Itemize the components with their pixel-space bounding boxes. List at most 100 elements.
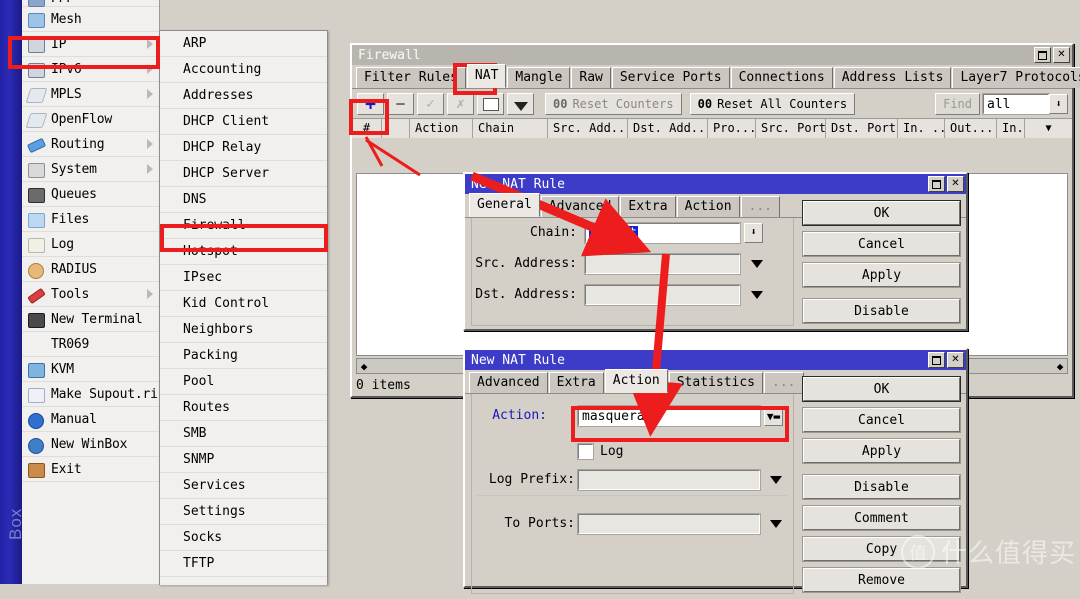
column-header[interactable]: Src. Port	[756, 119, 826, 138]
ip-menu-item-dhcp-relay[interactable]: DHCP Relay	[160, 135, 327, 161]
firewall-toolbar[interactable]: +–✓✗00Reset Counters00Reset All Counters…	[352, 89, 1072, 118]
menu-item-ip[interactable]: IP	[22, 32, 159, 57]
menu-item-exit[interactable]: Exit	[22, 457, 159, 482]
tab-raw[interactable]: Raw	[571, 67, 610, 88]
menu-item-mpls[interactable]: MPLS	[22, 82, 159, 107]
add-rule-button[interactable]: +	[357, 93, 384, 115]
to-ports-input[interactable]	[578, 514, 760, 534]
ip-menu-item-arp[interactable]: ARP	[160, 31, 327, 57]
nat1-fields[interactable]: Chain:srcnat⬇Src. Address:Dst. Address:	[471, 222, 801, 315]
tab-nat[interactable]: NAT	[467, 64, 506, 88]
tab-mangle[interactable]: Mangle	[507, 67, 570, 88]
nat1-disable-button[interactable]: Disable	[803, 299, 960, 323]
ip-submenu[interactable]: ARPAccountingAddressesDHCP ClientDHCP Re…	[159, 30, 328, 585]
scroll-right-icon[interactable]: ◆	[1053, 360, 1067, 373]
nat1-titlebar[interactable]: New NAT Rule ✕	[465, 174, 966, 194]
nat1-field-dropdown-button[interactable]: ⬇	[744, 223, 763, 243]
log-prefix-caret-icon[interactable]	[770, 476, 782, 484]
menu-item-radius[interactable]: RADIUS	[22, 257, 159, 282]
firewall-titlebar[interactable]: Firewall ✕	[352, 45, 1072, 65]
nat1-field-caret-icon[interactable]	[751, 260, 763, 268]
nat1-field-caret-icon[interactable]	[751, 291, 763, 299]
nat2-tab-extra[interactable]: Extra	[549, 372, 604, 393]
ip-menu-item-dns[interactable]: DNS	[160, 187, 327, 213]
tab-address-lists[interactable]: Address Lists	[834, 67, 952, 88]
nat2-maximize-button[interactable]	[928, 352, 945, 368]
comment-icon[interactable]	[477, 93, 504, 115]
menu-item-manual[interactable]: Manual	[22, 407, 159, 432]
find-button[interactable]: Find	[935, 93, 980, 115]
log-prefix-input[interactable]	[578, 470, 760, 490]
nat2-buttons[interactable]: OKCancelApplyDisableCommentCopyRemove	[803, 377, 960, 599]
new-nat-rule-action-dialog[interactable]: New NAT Rule ✕ AdvancedExtraActionStatis…	[463, 348, 968, 588]
ip-menu-item-tftp[interactable]: TFTP	[160, 551, 327, 577]
menu-item-make-supout-rif[interactable]: Make Supout.rif	[22, 382, 159, 407]
ip-menu-item-dhcp-server[interactable]: DHCP Server	[160, 161, 327, 187]
nat1-ok-button[interactable]: OK	[803, 201, 960, 225]
nat1-close-icon[interactable]: ✕	[947, 176, 964, 192]
log-checkbox[interactable]	[578, 444, 593, 459]
nat2-close-icon[interactable]: ✕	[947, 352, 964, 368]
menu-item-new-terminal[interactable]: New Terminal	[22, 307, 159, 332]
nat2-tab-more[interactable]: ...	[764, 372, 803, 393]
menu-item-log[interactable]: Log	[22, 232, 159, 257]
column-header[interactable]: In. ...	[898, 119, 945, 138]
firewall-tabs[interactable]: Filter RulesNATMangleRawService PortsCon…	[352, 65, 1072, 89]
nat1-field-input[interactable]	[585, 254, 740, 274]
column-header[interactable]: Action	[410, 119, 473, 138]
ip-menu-item-ipsec[interactable]: IPsec	[160, 265, 327, 291]
column-header[interactable]: Src. Add...	[548, 119, 628, 138]
column-header[interactable]: In.	[997, 119, 1025, 138]
column-header[interactable]: Dst. Port	[826, 119, 898, 138]
column-header[interactable]: Out....	[945, 119, 997, 138]
nat1-buttons[interactable]: OK Cancel Apply Disable	[803, 201, 960, 330]
column-header[interactable]: Pro...	[708, 119, 756, 138]
ip-menu-item-services[interactable]: Services	[160, 473, 327, 499]
enable-rule-button[interactable]: ✓	[417, 93, 444, 115]
close-icon[interactable]: ✕	[1053, 47, 1070, 63]
to-ports-caret-icon[interactable]	[770, 520, 782, 528]
action-input[interactable]: masquerade	[578, 406, 760, 426]
reset-all-counters-button[interactable]: 00Reset All Counters	[690, 93, 856, 115]
action-dropdown-button[interactable]: ▼▬	[764, 406, 783, 426]
menu-item-ppp[interactable]: PPP	[22, 0, 159, 7]
ip-menu-item-kid-control[interactable]: Kid Control	[160, 291, 327, 317]
menu-item-tools[interactable]: Tools	[22, 282, 159, 307]
nat1-maximize-button[interactable]	[928, 176, 945, 192]
nat2-remove-button[interactable]: Remove	[803, 568, 960, 592]
menu-item-kvm[interactable]: KVM	[22, 357, 159, 382]
nat1-tab--[interactable]: ...	[741, 196, 780, 217]
tab-connections[interactable]: Connections	[731, 67, 833, 88]
ip-menu-item-dhcp-client[interactable]: DHCP Client	[160, 109, 327, 135]
nat2-tab-action[interactable]: Action	[605, 369, 668, 393]
menu-item-files[interactable]: Files	[22, 207, 159, 232]
ip-menu-item-packing[interactable]: Packing	[160, 343, 327, 369]
nat1-tab-advanced[interactable]: Advanced	[541, 196, 620, 217]
column-header[interactable]: #	[352, 119, 382, 138]
scroll-left-icon[interactable]: ◆	[357, 360, 371, 373]
ip-menu-item-hotspot[interactable]: Hotspot	[160, 239, 327, 265]
ip-menu-item-smb[interactable]: SMB	[160, 421, 327, 447]
nat1-tab-extra[interactable]: Extra	[620, 196, 675, 217]
remove-rule-button[interactable]: –	[387, 93, 414, 115]
main-menu[interactable]: PPPMeshIPIPv6MPLSOpenFlowRoutingSystemQu…	[22, 0, 160, 584]
nat1-apply-button[interactable]: Apply	[803, 263, 960, 287]
nat1-cancel-button[interactable]: Cancel	[803, 232, 960, 256]
column-header[interactable]	[382, 119, 410, 138]
nat2-tab-advanced[interactable]: Advanced	[469, 372, 548, 393]
nat2-ok-button[interactable]: OK	[803, 377, 960, 401]
ip-menu-item-socks[interactable]: Socks	[160, 525, 327, 551]
find-filter-dropdown-button[interactable]: ⬇	[1049, 94, 1068, 114]
ip-menu-item-neighbors[interactable]: Neighbors	[160, 317, 327, 343]
nat1-field-input[interactable]	[585, 285, 740, 305]
reset-counters-button[interactable]: 00Reset Counters	[545, 93, 682, 115]
menu-item-ipv6[interactable]: IPv6	[22, 57, 159, 82]
ip-menu-item-firewall[interactable]: Firewall	[160, 213, 327, 239]
nat1-tab-action[interactable]: Action	[677, 196, 740, 217]
ip-menu-item-snmp[interactable]: SNMP	[160, 447, 327, 473]
nat1-field-input[interactable]: srcnat	[585, 223, 740, 243]
menu-item-routing[interactable]: Routing	[22, 132, 159, 157]
nat2-disable-button[interactable]: Disable	[803, 475, 960, 499]
find-filter-input[interactable]: all	[983, 94, 1049, 114]
menu-item-tr069[interactable]: TR069	[22, 332, 159, 357]
